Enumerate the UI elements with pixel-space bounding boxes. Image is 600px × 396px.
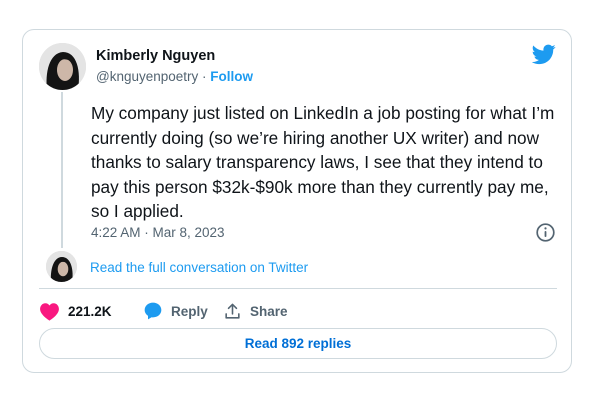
tweet-card: Kimberly Nguyen @knguyenpoetry · Follow …	[22, 29, 572, 373]
like-button[interactable]: 221.2K	[39, 302, 143, 321]
handle-separator: ·	[198, 69, 211, 84]
share-upload-icon	[225, 303, 240, 319]
tweet-timestamp[interactable]: 4:22 AM · Mar 8, 2023	[91, 225, 225, 240]
divider	[39, 288, 557, 289]
read-full-conversation-link[interactable]: Read the full conversation on Twitter	[90, 260, 308, 275]
conversation-avatar[interactable]	[46, 251, 77, 282]
heart-icon	[40, 302, 59, 321]
speech-bubble-icon	[144, 302, 162, 320]
reply-button[interactable]: Reply	[143, 301, 223, 321]
share-label: Share	[250, 303, 288, 319]
reply-label: Reply	[171, 303, 208, 319]
twitter-bird-icon[interactable]	[531, 44, 556, 65]
read-replies-button[interactable]: Read 892 replies	[39, 328, 557, 359]
like-count: 221.2K	[68, 303, 112, 319]
author-handle[interactable]: @knguyenpoetry	[96, 69, 198, 84]
author-handle-row: @knguyenpoetry · Follow	[96, 69, 253, 84]
thread-line	[61, 92, 63, 248]
tweet-text: My company just listed on LinkedIn a job…	[91, 103, 555, 221]
info-icon[interactable]	[535, 222, 556, 243]
author-avatar[interactable]	[39, 43, 86, 90]
tweet-actions: 221.2K Reply Share	[39, 300, 288, 322]
share-button[interactable]: Share	[223, 302, 288, 321]
author-name[interactable]: Kimberly Nguyen	[96, 48, 215, 64]
follow-link[interactable]: Follow	[210, 69, 253, 84]
